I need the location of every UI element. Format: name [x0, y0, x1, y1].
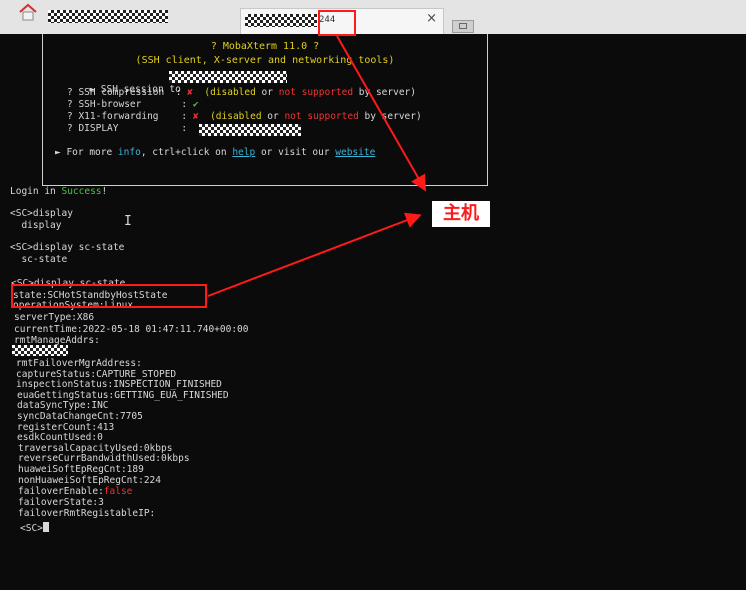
- annotation-arrows: [207, 35, 426, 297]
- arrow-from-tab: [336, 35, 426, 192]
- arrow-from-state: [207, 212, 422, 297]
